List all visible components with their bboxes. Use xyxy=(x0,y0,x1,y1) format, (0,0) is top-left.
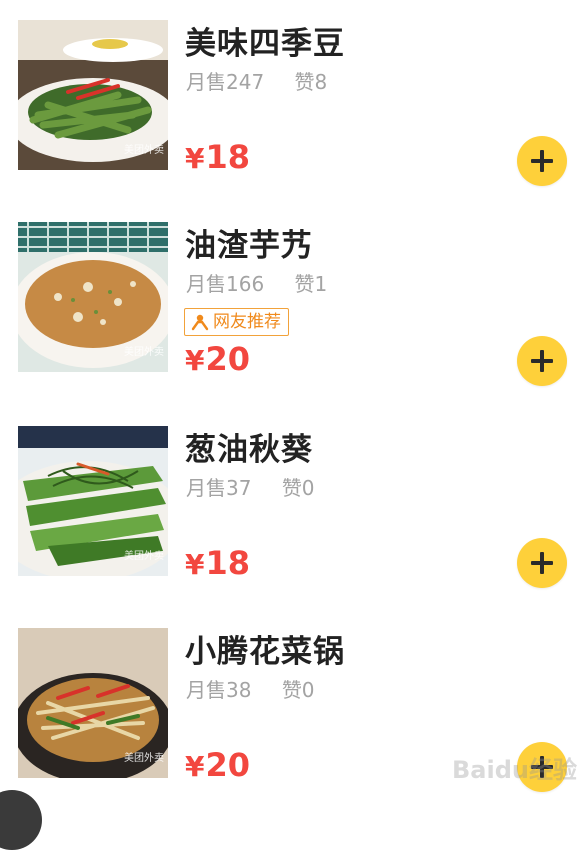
currency-symbol: ¥ xyxy=(185,142,205,175)
currency-symbol: ¥ xyxy=(185,750,205,783)
dish-name: 油渣芋艿 xyxy=(185,228,313,264)
image-watermark: 美团外卖 xyxy=(124,145,164,156)
price: ¥20 xyxy=(185,340,250,378)
dish-name: 小腾花菜锅 xyxy=(185,634,345,670)
price: ¥18 xyxy=(185,138,250,176)
price: ¥20 xyxy=(185,746,250,784)
dish-image[interactable]: 美团外卖 xyxy=(18,628,168,778)
dish-image[interactable]: 美团外卖 xyxy=(18,222,168,372)
image-watermark: 美团外卖 xyxy=(124,753,164,764)
price: ¥18 xyxy=(185,544,250,582)
image-watermark: 美团外卖 xyxy=(124,551,164,562)
monthly-sales: 月售37 xyxy=(186,476,252,500)
monthly-sales: 月售166 xyxy=(186,272,265,296)
price-value: 20 xyxy=(205,340,251,378)
add-button[interactable] xyxy=(517,538,567,588)
person-icon xyxy=(191,314,209,331)
dish-stats: 月售166 赞1 xyxy=(186,268,327,297)
menu-item[interactable]: 美团外卖 美味四季豆 月售247 赞8 ¥18 xyxy=(0,0,588,202)
image-watermark: 美团外卖 xyxy=(124,347,164,358)
add-button[interactable] xyxy=(517,336,567,386)
tag-label: 网友推荐 xyxy=(213,312,281,332)
dish-stats: 月售247 赞8 xyxy=(186,66,327,95)
dish-name: 美味四季豆 xyxy=(185,26,345,62)
likes-count: 赞8 xyxy=(294,70,328,94)
likes-count: 赞1 xyxy=(294,272,328,296)
menu-item[interactable]: 美团外卖 油渣芋艿 月售166 赞1 网友推荐 ¥20 xyxy=(0,202,588,404)
dish-name: 葱油秋葵 xyxy=(185,432,313,468)
menu-item[interactable]: 美团外卖 葱油秋葵 月售37 赞0 ¥18 xyxy=(0,406,588,608)
currency-symbol: ¥ xyxy=(185,548,205,581)
likes-count: 赞0 xyxy=(281,678,315,702)
dish-stats: 月售37 赞0 xyxy=(186,472,315,501)
likes-count: 赞0 xyxy=(281,476,315,500)
dish-image[interactable]: 美团外卖 xyxy=(18,20,168,170)
monthly-sales: 月售247 xyxy=(186,70,265,94)
monthly-sales: 月售38 xyxy=(186,678,252,702)
recommend-tag: 网友推荐 xyxy=(184,308,289,336)
price-value: 18 xyxy=(205,544,251,582)
currency-symbol: ¥ xyxy=(185,344,205,377)
dish-image[interactable]: 美团外卖 xyxy=(18,426,168,576)
dish-stats: 月售38 赞0 xyxy=(186,674,315,703)
price-value: 18 xyxy=(205,138,251,176)
baidu-watermark: Baidu经验 xyxy=(452,756,577,784)
add-button[interactable] xyxy=(517,136,567,186)
price-value: 20 xyxy=(205,746,251,784)
